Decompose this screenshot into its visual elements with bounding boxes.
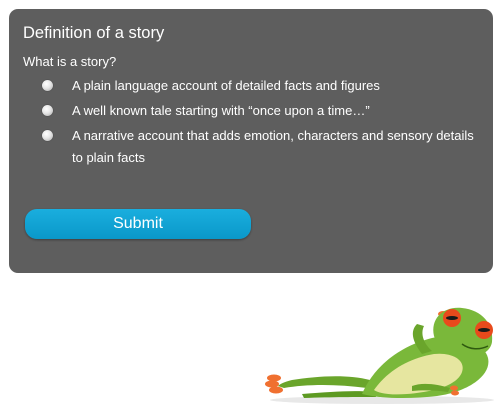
answer-option-1[interactable]: A plain language account of detailed fac… — [42, 75, 482, 97]
answer-option-2[interactable]: A well known tale starting with “once up… — [42, 100, 482, 122]
quiz-title: Definition of a story — [23, 24, 165, 42]
quiz-question: What is a story? — [23, 54, 117, 69]
quiz-card: Definition of a story What is a story? A… — [9, 9, 493, 273]
radio-button-3[interactable] — [42, 130, 53, 141]
answer-options: A plain language account of detailed fac… — [42, 75, 482, 172]
radio-button-1[interactable] — [42, 80, 53, 91]
answer-option-label: A well known tale starting with “once up… — [72, 103, 370, 118]
answer-option-label: A narrative account that adds emotion, c… — [72, 128, 474, 165]
answer-option-label: A plain language account of detailed fac… — [72, 78, 380, 93]
submit-button[interactable]: Submit — [25, 209, 251, 239]
radio-button-2[interactable] — [42, 105, 53, 116]
frog-illustration — [265, 307, 494, 404]
answer-option-3[interactable]: A narrative account that adds emotion, c… — [42, 125, 482, 169]
